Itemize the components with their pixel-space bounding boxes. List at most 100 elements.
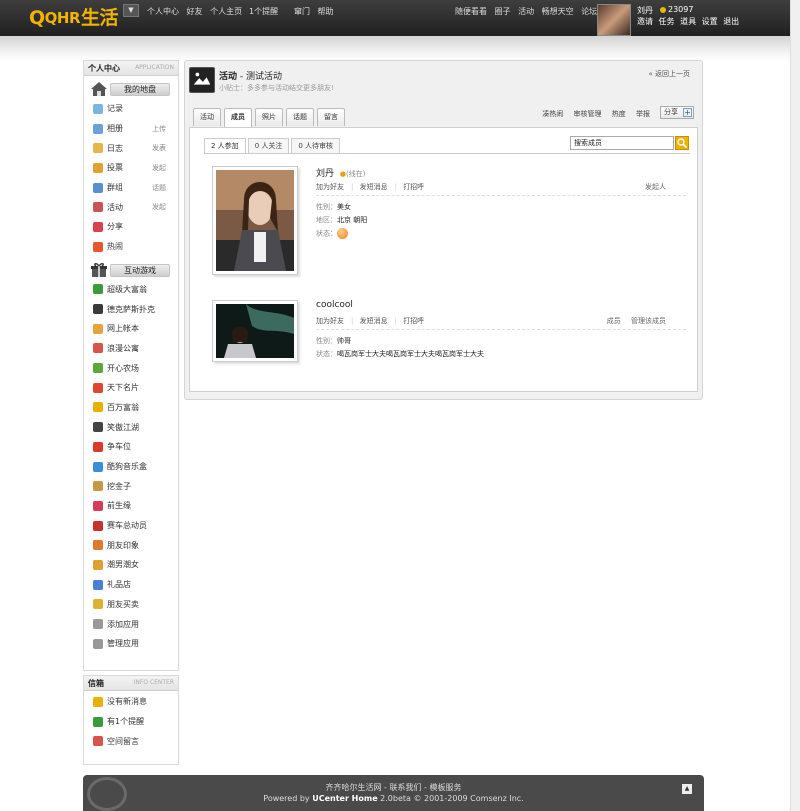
manage-member-link[interactable]: 管理该成员 (631, 317, 666, 325)
user-link-props[interactable]: 道具 (680, 17, 696, 26)
sidebar-item[interactable]: 笑傲江湖 (84, 417, 178, 437)
sidebar-item[interactable]: 有1个提醒 (84, 712, 178, 732)
user-link-invite[interactable]: 邀请 (637, 17, 653, 26)
back-to-top-button[interactable]: ▲ (682, 784, 692, 794)
game-section-label: 互动游戏 (110, 263, 170, 277)
sidebar-item[interactable]: 赛车总动员 (84, 516, 178, 536)
review-link[interactable]: 审核管理 (574, 110, 602, 118)
sidebar-item[interactable]: 礼品店 (84, 575, 178, 595)
member-name[interactable]: coolcool (316, 300, 353, 310)
tab-members[interactable]: 成员 (224, 108, 252, 127)
send-message-link[interactable]: 发短消息 (360, 183, 388, 191)
sidebar-item[interactable]: 记录 (84, 99, 178, 119)
join-link[interactable]: 凑热闹 (542, 110, 563, 118)
topnav-friends[interactable]: 好友 (187, 7, 203, 16)
tab-topics[interactable]: 话题 (286, 108, 314, 126)
page-scrollbar[interactable] (790, 0, 800, 811)
activity-section: 活动 (219, 72, 238, 82)
sidebar-item[interactable]: 前生缘 (84, 496, 178, 516)
member-name[interactable]: 刘丹 ●(线在) (316, 166, 365, 179)
site-logo[interactable]: Q QHR 生活 (29, 6, 119, 30)
sidebar-item[interactable]: 挖金子 (84, 476, 178, 496)
sidebar-item-action[interactable]: 话题 (152, 183, 166, 193)
sidebar-item[interactable]: 朋友印象 (84, 535, 178, 555)
sidebar-item[interactable]: 浪漫公寓 (84, 339, 178, 359)
subtab-following[interactable]: 0 人关注 (247, 138, 290, 154)
user-avatar[interactable] (597, 4, 631, 36)
kungfu-icon (93, 422, 103, 433)
impression-icon (93, 540, 103, 551)
music-icon (93, 461, 103, 472)
member-photo-frame[interactable] (212, 166, 298, 275)
sidebar-item[interactable]: 群组 话题 (84, 178, 178, 198)
topnav-sky[interactable]: 畅想天空 (542, 7, 574, 16)
game-items-list: 超级大富翁 德克萨斯扑克网上帐本浪漫公寓 开心农场 天下名片 百万富翁 笑傲江湖 争车位 酷狗… (84, 280, 178, 654)
sidebar-item[interactable]: 添加应用 (84, 614, 178, 634)
report-link[interactable]: 举报 (636, 110, 650, 118)
footer-links[interactable]: 齐齐哈尔生活网 - 联系我们 - 模板服务 (83, 782, 704, 793)
sidebar-item[interactable]: 超级大富翁 (84, 280, 178, 300)
menu-dropdown-button[interactable]: ▼ (123, 4, 139, 17)
sidebar-item[interactable]: 德克萨斯扑克 (84, 299, 178, 319)
sidebar-item[interactable]: 日志 发表 (84, 138, 178, 158)
greet-link[interactable]: 打招呼 (403, 317, 424, 325)
sidebar-item-action[interactable]: 上传 (152, 124, 166, 134)
sidebar-item[interactable]: 管理应用 (84, 634, 178, 654)
tab-activity[interactable]: 活动 (193, 108, 221, 126)
member-search-input[interactable]: 搜索成员 (570, 136, 674, 150)
sidebar-item-action[interactable]: 发表 (152, 143, 166, 153)
user-link-logout[interactable]: 退出 (723, 17, 739, 26)
share-button[interactable]: 分享 + (660, 106, 694, 119)
subtab-pending[interactable]: 0 人待审核 (291, 138, 341, 154)
member-photo-frame[interactable] (212, 300, 298, 362)
sidebar-item[interactable]: 相册 上传 (84, 119, 178, 139)
topnav-forum[interactable]: 论坛 (581, 7, 597, 16)
back-link[interactable]: « 返回上一页 (648, 69, 690, 79)
topnav-homepage[interactable]: 个人主页 (210, 7, 242, 16)
sidebar-item-label: 分享 (107, 222, 123, 232)
manage-app-icon (93, 638, 103, 649)
send-message-link[interactable]: 发短消息 (360, 317, 388, 325)
topnav-remind[interactable]: 1个提醒 (249, 6, 278, 17)
sidebar-item[interactable]: 网上帐本 (84, 319, 178, 339)
sidebar-item[interactable]: 潮男潮女 (84, 555, 178, 575)
sidebar-item[interactable]: 分享 (84, 217, 178, 237)
user-link-tasks[interactable]: 任务 (659, 17, 675, 26)
sidebar-item[interactable]: 朋友买卖 (84, 595, 178, 615)
sidebar-item[interactable]: 酷狗音乐盒 (84, 457, 178, 477)
sidebar-item-label: 朋友印象 (107, 540, 139, 550)
sidebar-item-label: 网上帐本 (107, 324, 139, 334)
add-friend-link[interactable]: 加为好友 (316, 183, 344, 191)
sidebar-item[interactable]: 活动 发起 (84, 197, 178, 217)
tab-photos[interactable]: 照片 (255, 108, 283, 126)
sidebar-item[interactable]: 空间留言 (84, 731, 178, 751)
activity-actions: 凑热闹 审核管理 热度 举报 (534, 109, 650, 119)
logo-qhr: QHR (44, 9, 81, 27)
tab-messages[interactable]: 留言 (317, 108, 345, 126)
sidebar-item[interactable]: 争车位 (84, 437, 178, 457)
subtab-joined[interactable]: 2 人参加 (204, 138, 246, 154)
topnav-visit[interactable]: 窜门 (294, 7, 310, 16)
topnav-events[interactable]: 活动 (518, 7, 534, 16)
sidebar-item-action[interactable]: 发起 (152, 163, 166, 173)
topnav-browse[interactable]: 随便看看 (455, 7, 487, 16)
greet-link[interactable]: 打招呼 (403, 183, 424, 191)
user-link-settings[interactable]: 设置 (702, 17, 718, 26)
sidebar-item-action[interactable]: 发起 (152, 202, 166, 212)
sidebar-item[interactable]: 热闹 (84, 237, 178, 257)
add-friend-link[interactable]: 加为好友 (316, 317, 344, 325)
sidebar-item[interactable]: 开心农场 (84, 358, 178, 378)
sidebar-header: 个人中心 APPLICATION (84, 61, 178, 76)
powered-by-link[interactable]: UCenter Home (312, 794, 377, 803)
sidebar-item[interactable]: 没有新消息 (84, 692, 178, 712)
sidebar-item[interactable]: 天下名片 (84, 378, 178, 398)
search-button[interactable] (675, 136, 689, 150)
sidebar-item[interactable]: 百万富翁 (84, 398, 178, 418)
sidebar-item[interactable]: 投票 发起 (84, 158, 178, 178)
topnav-circles[interactable]: 圈子 (495, 7, 511, 16)
my-section-label: 我的地盘 (110, 83, 170, 96)
topnav-personal-center[interactable]: 个人中心 (147, 7, 179, 16)
topnav-help[interactable]: 帮助 (318, 7, 334, 16)
heat-link[interactable]: 热度 (612, 110, 626, 118)
user-name[interactable]: 刘丹 (637, 5, 653, 16)
